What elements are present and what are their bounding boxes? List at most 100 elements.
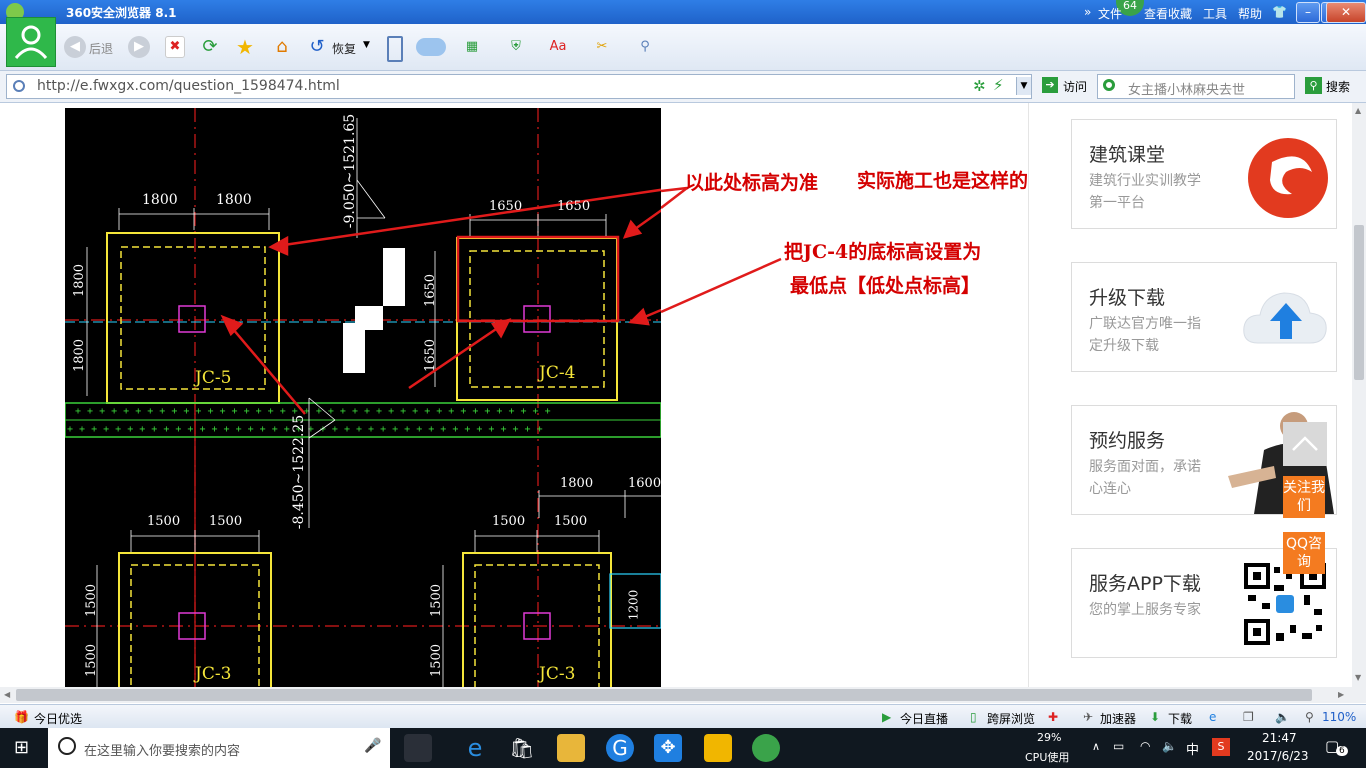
dim-label: 1650 <box>489 199 523 214</box>
menu-view[interactable]: 查看 <box>1144 5 1168 22</box>
battery-icon[interactable]: ▭ <box>1113 739 1124 753</box>
store-icon[interactable]: 🛍 <box>508 734 536 762</box>
search-icon[interactable]: ⚲ <box>1305 77 1322 94</box>
cross-screen-link[interactable]: 跨屏浏览 <box>987 710 1035 727</box>
wifi-icon[interactable]: ◠ <box>1140 739 1150 753</box>
play-icon[interactable]: ▶ <box>882 710 891 724</box>
follow-us-button[interactable]: 关注我们 <box>1283 476 1325 518</box>
restore-tab-button[interactable]: 恢复 <box>332 40 356 57</box>
taskbar-search-input[interactable]: 在这里输入你要搜索的内容 <box>84 740 240 759</box>
dim-label: 1600 <box>628 476 661 491</box>
foundation-label: JC-3 <box>195 664 232 684</box>
menu-help[interactable]: 帮助 <box>1238 5 1262 22</box>
horizontal-scrollbar[interactable]: ◀ ▶ <box>0 687 1366 703</box>
search-input[interactable]: 女主播小林麻央去世 <box>1128 79 1245 98</box>
accelerator-link[interactable]: 加速器 <box>1100 710 1136 727</box>
scroll-right-icon[interactable]: ▶ <box>1338 690 1344 699</box>
sogou-icon[interactable]: S <box>1212 738 1230 756</box>
dim-label: 1500 <box>209 514 243 529</box>
plus-icon[interactable]: ✚ <box>1048 710 1058 724</box>
loading-icon[interactable]: ✲ <box>973 77 986 95</box>
phone-small-icon[interactable]: ▯ <box>970 710 977 724</box>
undo-icon[interactable]: ↺ <box>306 36 328 58</box>
menu-tools[interactable]: 工具 <box>1203 5 1227 22</box>
menu-favorites[interactable]: 收藏 <box>1168 5 1192 22</box>
foundation-label: JC-4 <box>539 363 576 383</box>
search-box[interactable]: 女主播小林麻央去世 <box>1097 74 1295 99</box>
window-icon[interactable]: ❐ <box>1243 710 1254 724</box>
scroll-left-icon[interactable]: ◀ <box>4 690 10 699</box>
ime-indicator[interactable]: 中 <box>1186 739 1199 758</box>
scrollbar-thumb[interactable] <box>16 689 1312 701</box>
address-row: http://e.fwxgx.com/question_1598474.html… <box>0 71 1366 103</box>
scrollbar-thumb[interactable] <box>1354 225 1364 380</box>
user-avatar[interactable] <box>6 17 56 67</box>
speed-icon[interactable]: ⚡ <box>993 76 1004 94</box>
search-button[interactable]: 搜索 <box>1326 78 1350 95</box>
translate-icon[interactable]: Aa <box>547 36 569 58</box>
download-link[interactable]: 下载 <box>1168 710 1192 727</box>
rocket-icon[interactable]: ✈ <box>1083 710 1093 724</box>
microphone-icon[interactable]: 🎤 <box>364 738 381 754</box>
go-icon[interactable]: ➔ <box>1042 77 1058 93</box>
zoom-search-icon[interactable]: ⚲ <box>634 36 656 58</box>
remote-app-icon[interactable]: ✥ <box>654 734 682 762</box>
browser-360-icon[interactable] <box>752 734 780 762</box>
zoom-level[interactable]: 110% <box>1322 710 1356 724</box>
edge-icon[interactable]: e <box>461 734 489 762</box>
scroll-down-icon[interactable]: ▼ <box>1355 673 1361 682</box>
volume-icon[interactable]: 🔈 <box>1275 710 1290 724</box>
scroll-up-icon[interactable]: ▲ <box>1355 106 1361 115</box>
apps-grid-icon[interactable]: ▦ <box>461 36 483 58</box>
divider <box>1028 103 1029 687</box>
menu-file[interactable]: 文件 <box>1098 5 1122 22</box>
stop-icon[interactable]: ✖ <box>165 36 185 58</box>
back-to-top-button[interactable] <box>1283 422 1327 466</box>
close-button[interactable]: ✕ <box>1326 2 1366 23</box>
shield-icon[interactable]: ⛨ <box>505 36 527 58</box>
card-upgrade[interactable]: 升级下载 广联达官方唯一指定升级下载 <box>1071 262 1337 372</box>
minimize-button[interactable]: – <box>1296 2 1320 23</box>
task-view-icon[interactable] <box>404 734 432 762</box>
back-button[interactable]: 后退 <box>89 40 113 57</box>
skin-icon[interactable]: 👕 <box>1272 5 1287 19</box>
ie-icon[interactable]: e <box>1209 710 1216 724</box>
annotation-text: 实际施工也是这样的 <box>857 170 1029 192</box>
home-icon[interactable]: ⌂ <box>271 36 293 58</box>
qq-consult-button[interactable]: QQ咨询 <box>1283 532 1325 574</box>
dim-label: 1500 <box>492 514 526 529</box>
dim-label: 1500 <box>429 583 445 618</box>
dim-label: 1500 <box>84 583 100 618</box>
toolbar: ◀ 后退 ▶ ✖ ⟳ ★ ⌂ ↺ 恢复 ▼ ▦ ⛨ Aa ✂ ⚲ <box>0 17 1366 71</box>
refresh-icon[interactable]: ⟳ <box>199 36 221 58</box>
zoom-icon[interactable]: ⚲ <box>1305 710 1314 724</box>
cloud-icon[interactable] <box>416 38 446 56</box>
go-button[interactable]: 访问 <box>1063 78 1087 95</box>
favorite-star-icon[interactable]: ★ <box>234 36 256 58</box>
url-dropdown-icon[interactable]: ▼ <box>1016 77 1031 95</box>
glodon-app-icon[interactable]: G <box>606 734 634 762</box>
url-input[interactable]: http://e.fwxgx.com/question_1598474.html <box>37 78 340 94</box>
forward-arrow-icon[interactable]: ▶ <box>128 36 150 58</box>
live-link[interactable]: 今日直播 <box>900 710 948 727</box>
search-engine-icon[interactable] <box>1103 79 1115 91</box>
tray-chevron-icon[interactable]: ∧ <box>1092 740 1100 753</box>
speaker-icon[interactable]: 🔈 <box>1162 739 1177 753</box>
windows-taskbar: ⊞ 在这里输入你要搜索的内容 🎤 e 🛍 G ✥ 29% CPU使用 ∧ ▭ ◠… <box>0 728 1366 768</box>
back-arrow-icon[interactable]: ◀ <box>64 36 86 58</box>
vertical-scrollbar[interactable]: ▲ ▼ <box>1352 103 1366 687</box>
more-menu-icon[interactable]: » <box>1084 5 1091 19</box>
today-picks-link[interactable]: 今日优选 <box>34 710 82 727</box>
screenshot-icon[interactable]: ✂ <box>591 36 613 58</box>
windows-start-icon[interactable]: ⊞ <box>14 737 29 758</box>
chevron-down-icon[interactable]: ▼ <box>363 40 370 50</box>
card-classroom[interactable]: 建筑课堂 建筑行业实训教学第一平台 <box>1071 119 1337 229</box>
notepad-icon[interactable] <box>704 734 732 762</box>
address-bar[interactable]: http://e.fwxgx.com/question_1598474.html… <box>6 74 1032 99</box>
taskbar-search[interactable]: 在这里输入你要搜索的内容 🎤 <box>48 728 390 768</box>
phone-icon[interactable] <box>387 36 403 62</box>
download-icon[interactable]: ⬇ <box>1150 710 1160 724</box>
gift-icon[interactable]: 🎁 <box>14 710 29 724</box>
file-explorer-icon[interactable] <box>557 734 585 762</box>
card-title: 升级下载 <box>1089 287 1166 309</box>
